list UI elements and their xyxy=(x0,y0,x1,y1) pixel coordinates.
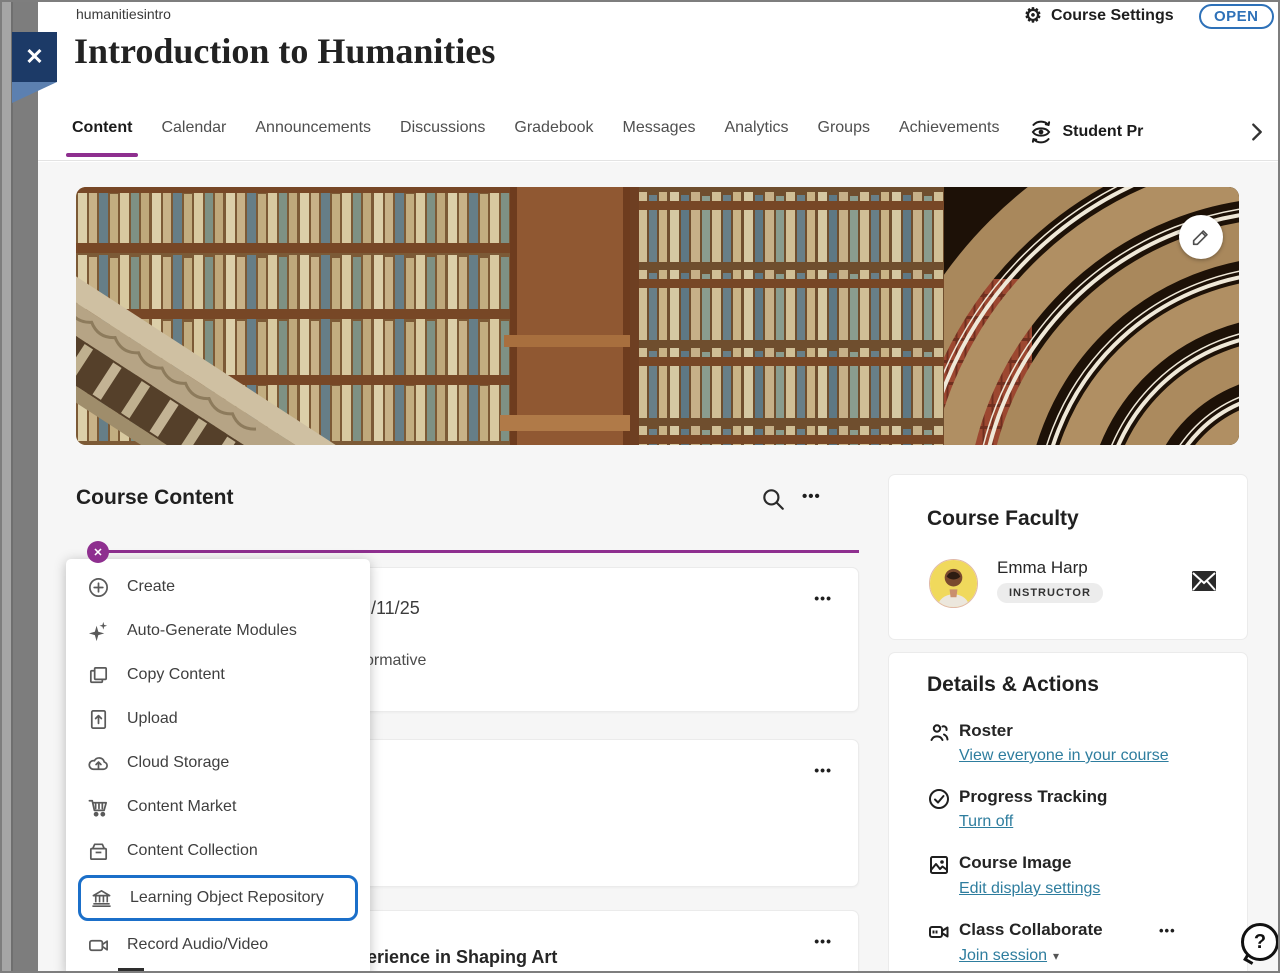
edit-banner-button[interactable] xyxy=(1179,215,1223,259)
roster-link[interactable]: View everyone in your course xyxy=(959,747,1169,765)
menu-item-copy-content[interactable]: Copy Content xyxy=(66,653,370,697)
course-content-title: Course Content xyxy=(76,486,234,510)
close-icon: ✕ xyxy=(25,44,43,70)
menu-item-record-audio-video[interactable]: Record Audio/Video xyxy=(66,923,370,967)
app-window: ✕ humanitiesintro Introduction to Humani… xyxy=(0,0,1280,973)
insert-content-divider xyxy=(106,550,859,553)
background-page-strip xyxy=(2,2,38,971)
menu-item-label: Content Market xyxy=(127,798,236,816)
tabs-overflow-chevron-right-icon[interactable] xyxy=(1246,121,1268,143)
content-collection-icon xyxy=(87,840,110,863)
upload-icon xyxy=(87,708,110,731)
class-collaborate-icon xyxy=(927,920,951,944)
join-session-link[interactable]: Join session ▾ xyxy=(959,947,1059,965)
tab-announcements[interactable]: Announcements xyxy=(255,119,371,163)
menu-item-learning-object-repository[interactable]: Learning Object Repository xyxy=(78,875,358,921)
instructor-avatar[interactable] xyxy=(929,559,978,608)
course-faculty-title: Course Faculty xyxy=(927,507,1079,531)
tab-content[interactable]: Content xyxy=(72,119,132,163)
menu-item-label: Record Audio/Video xyxy=(127,936,268,954)
student-preview-button[interactable]: Student Pr xyxy=(1028,119,1143,163)
tab-calendar[interactable]: Calendar xyxy=(161,119,226,163)
search-icon[interactable] xyxy=(760,486,786,512)
email-icon[interactable] xyxy=(1191,570,1217,592)
card-1-subtitle-fragment: ormative xyxy=(365,652,426,670)
caret-down-icon: ▾ xyxy=(1053,949,1059,963)
shopping-cart-icon xyxy=(87,796,110,819)
progress-tracking-label: Progress Tracking xyxy=(959,787,1107,807)
student-preview-label: Student Pr xyxy=(1062,123,1143,141)
card-3-menu-button[interactable]: ••• xyxy=(814,933,832,949)
bank-icon xyxy=(90,887,113,910)
roster-label: Roster xyxy=(959,721,1013,741)
class-collaborate-menu-button[interactable]: ••• xyxy=(1159,923,1176,938)
course-id: humanitiesintro xyxy=(76,6,171,22)
course-settings-button[interactable]: ⚙ Course Settings xyxy=(1024,6,1174,26)
tab-groups[interactable]: Groups xyxy=(818,119,870,163)
course-banner-image xyxy=(76,187,1239,445)
roster-icon xyxy=(927,721,951,745)
menu-item-auto-generate-modules[interactable]: Auto-Generate Modules xyxy=(66,609,370,653)
pencil-icon xyxy=(1190,226,1212,248)
open-status-badge[interactable]: OPEN xyxy=(1199,4,1274,29)
menu-item-label: Copy Content xyxy=(127,666,225,684)
gear-icon: ⚙ xyxy=(1024,6,1042,26)
add-content-menu: Create Auto-Generate Modules Copy Conten… xyxy=(66,559,370,973)
details-actions-title: Details & Actions xyxy=(927,673,1099,697)
help-button[interactable]: ? xyxy=(1241,923,1279,961)
menu-item-create[interactable]: Create xyxy=(66,565,370,609)
instructor-role-badge: INSTRUCTOR xyxy=(997,583,1103,603)
course-content-menu-button[interactable]: ••• xyxy=(802,488,821,505)
course-settings-label: Course Settings xyxy=(1051,7,1174,25)
copy-icon xyxy=(87,664,110,687)
menu-item-label: Content Collection xyxy=(127,842,258,860)
card-2-menu-button[interactable]: ••• xyxy=(814,762,832,778)
video-camera-icon xyxy=(87,934,110,957)
menu-item-label: Upload xyxy=(127,710,178,728)
tab-analytics[interactable]: Analytics xyxy=(724,119,788,163)
join-session-label: Join session xyxy=(959,947,1047,964)
class-collaborate-label: Class Collaborate xyxy=(959,920,1103,940)
course-image-link[interactable]: Edit display settings xyxy=(959,880,1100,898)
sparkle-icon xyxy=(87,620,110,643)
close-small-icon: ✕ xyxy=(93,546,102,559)
cloud-upload-icon xyxy=(87,752,110,775)
close-course-button[interactable]: ✕ xyxy=(12,32,57,82)
menu-item-partial-icon xyxy=(118,968,144,973)
instructor-name: Emma Harp xyxy=(997,558,1088,578)
close-add-content-button[interactable]: ✕ xyxy=(87,541,109,563)
tab-messages[interactable]: Messages xyxy=(623,119,696,163)
menu-item-label: Learning Object Repository xyxy=(130,889,324,907)
progress-tracking-link[interactable]: Turn off xyxy=(959,813,1013,831)
course-image-icon xyxy=(927,853,951,877)
course-faculty-card: Course Faculty Emma Harp INSTRUCTOR xyxy=(888,474,1248,640)
course-image-label: Course Image xyxy=(959,853,1071,873)
tab-achievements[interactable]: Achievements xyxy=(899,119,1000,163)
menu-item-label: Auto-Generate Modules xyxy=(127,622,297,640)
menu-item-content-collection[interactable]: Content Collection xyxy=(66,829,370,873)
tab-bar: Content Calendar Announcements Discussio… xyxy=(38,105,1278,161)
menu-item-label: Cloud Storage xyxy=(127,754,229,772)
card-1-due-date-fragment: /11/25 xyxy=(371,598,420,619)
menu-item-upload[interactable]: Upload xyxy=(66,697,370,741)
tab-gradebook[interactable]: Gradebook xyxy=(514,119,593,163)
student-preview-icon xyxy=(1028,119,1054,145)
tab-discussions[interactable]: Discussions xyxy=(400,119,485,163)
menu-item-content-market[interactable]: Content Market xyxy=(66,785,370,829)
question-mark-icon: ? xyxy=(1254,931,1266,954)
details-actions-card: Details & Actions Roster View everyone i… xyxy=(888,652,1248,973)
menu-item-cloud-storage[interactable]: Cloud Storage xyxy=(66,741,370,785)
page-title: Introduction to Humanities xyxy=(74,30,495,72)
card-3-title-fragment: erience in Shaping Art xyxy=(367,947,557,968)
progress-tracking-icon xyxy=(927,787,951,811)
plus-circle-icon xyxy=(87,576,110,599)
menu-item-label: Create xyxy=(127,578,175,596)
card-1-menu-button[interactable]: ••• xyxy=(814,590,832,606)
